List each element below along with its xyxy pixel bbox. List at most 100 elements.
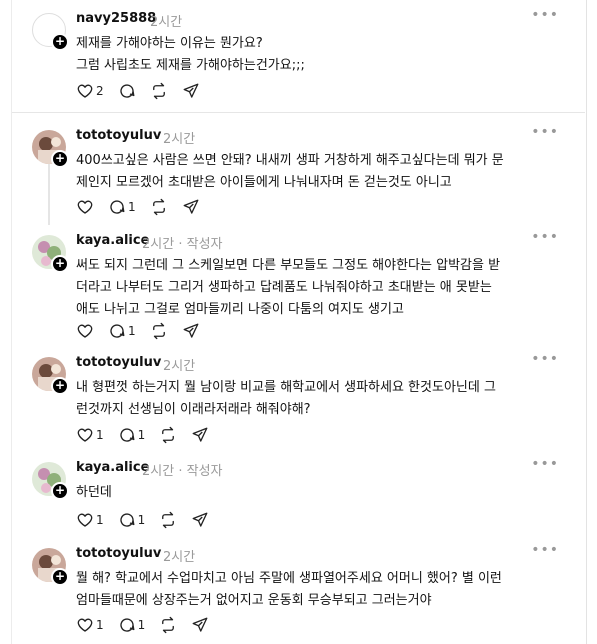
reply-button[interactable]: 1 — [118, 616, 146, 634]
reply-count: 1 — [137, 618, 146, 632]
share-button[interactable] — [191, 511, 209, 529]
share-button[interactable] — [191, 426, 209, 444]
repost-button[interactable] — [150, 82, 168, 100]
share-button[interactable] — [182, 198, 200, 216]
username[interactable]: navy25888 — [76, 11, 156, 26]
post: + kaya.alice 2시간 · 작성자 ••• 써도 되지 그런데 그 스… — [0, 229, 585, 341]
repost-button[interactable] — [150, 198, 168, 216]
share-button[interactable] — [191, 616, 209, 634]
reply-button[interactable]: 1 — [118, 511, 146, 529]
comment-icon — [120, 618, 135, 632]
username[interactable]: tototoyuluv — [76, 355, 161, 370]
like-button[interactable]: 2 — [76, 82, 104, 100]
reply-button[interactable]: 1 — [108, 198, 136, 216]
post-time: 2시간 — [163, 359, 196, 374]
post-text: 써도 되지 그런데 그 스케일보면 다른 부모들도 그정도 해야한다는 압박감을… — [76, 258, 501, 317]
post-text: 제재를 가해야하는 이유는 뭔가요? 그럼 사립초도 제재를 가해야하는건가요;;… — [76, 36, 305, 73]
share-icon — [183, 83, 199, 98]
comment-icon — [110, 324, 125, 338]
plus-icon[interactable]: + — [51, 568, 69, 586]
post-time: 2시간 — [150, 15, 183, 30]
post: + navy25888 2시간 ••• 제재를 가해야하는 이유는 뭔가요? 그럼… — [0, 7, 585, 108]
like-count: 1 — [96, 513, 104, 527]
more-icon[interactable]: ••• — [531, 229, 559, 245]
repost-button[interactable] — [159, 511, 177, 529]
reply-button[interactable]: 1 — [118, 426, 146, 444]
post-time: 2시간 · 작성자 — [142, 464, 223, 479]
post-text: 뭘 해? 학교에서 수업마치고 아님 주말에 생파열어주세요 어머니 했어? 별… — [76, 571, 502, 608]
like-button[interactable] — [76, 322, 94, 340]
repost-button[interactable] — [159, 426, 177, 444]
author-tag: · 작성자 — [178, 464, 223, 479]
plus-icon[interactable]: + — [51, 255, 69, 273]
post-time: 2시간 — [163, 550, 196, 565]
share-button[interactable] — [182, 322, 200, 340]
heart-icon — [77, 513, 93, 527]
like-count: 1 — [96, 428, 104, 442]
action-bar: 1 — [76, 197, 214, 217]
action-bar: 1 1 — [76, 615, 223, 635]
heart-icon — [77, 324, 93, 338]
username[interactable]: kaya.alice — [76, 233, 149, 248]
repost-button[interactable] — [150, 322, 168, 340]
more-icon[interactable]: ••• — [531, 456, 559, 472]
more-icon[interactable]: ••• — [531, 351, 559, 367]
divider — [12, 112, 585, 113]
reply-button[interactable]: 1 — [108, 322, 136, 340]
heart-icon — [77, 200, 93, 214]
like-button[interactable] — [76, 198, 94, 216]
heart-icon — [77, 618, 93, 632]
reply-count: 1 — [128, 200, 136, 214]
author-tag: · 작성자 — [178, 237, 223, 252]
plus-icon[interactable]: + — [51, 482, 69, 500]
share-icon — [192, 617, 208, 632]
repost-icon — [152, 82, 165, 100]
like-count: 2 — [96, 84, 104, 98]
username[interactable]: tototoyuluv — [76, 546, 161, 561]
repost-icon — [162, 616, 175, 634]
reply-count: 1 — [137, 513, 146, 527]
username[interactable]: tototoyuluv — [76, 128, 161, 143]
post: + tototoyuluv 2시간 ••• 400쓰고싶은 사람은 쓰면 안돼?… — [0, 124, 585, 220]
post-time: 2시간 — [163, 132, 196, 147]
share-icon — [183, 323, 199, 338]
repost-icon — [162, 511, 175, 529]
frame-right-border — [586, 0, 587, 644]
plus-icon[interactable]: + — [51, 150, 69, 168]
action-bar: 1 1 — [76, 510, 223, 530]
post-text: 400쓰고싶은 사람은 쓰면 안돼? 내새끼 생파 거창하게 해주고싶다는데 뭐… — [76, 153, 504, 190]
repost-icon — [152, 322, 165, 340]
share-button[interactable] — [182, 82, 200, 100]
plus-icon[interactable]: + — [51, 377, 69, 395]
like-button[interactable]: 1 — [76, 616, 104, 634]
heart-icon — [77, 428, 93, 442]
more-icon[interactable]: ••• — [531, 124, 559, 140]
like-button[interactable]: 1 — [76, 426, 104, 444]
post: + tototoyuluv 2시간 ••• 뭘 해? 학교에서 수업마치고 아님… — [0, 542, 585, 638]
reply-count: 1 — [128, 324, 136, 338]
repost-button[interactable] — [159, 616, 177, 634]
post: + tototoyuluv 2시간 ••• 내 형편껏 하는거지 뭘 남이랑 비… — [0, 351, 585, 447]
share-icon — [192, 427, 208, 442]
action-bar: 2 — [76, 81, 214, 101]
share-icon — [192, 512, 208, 527]
repost-icon — [162, 426, 175, 444]
comment-icon — [110, 200, 125, 214]
action-bar: 1 1 — [76, 425, 223, 445]
post-text: 내 형편껏 하는거지 뭘 남이랑 비교를 해학교에서 생파하세요 한것도아닌데 … — [76, 380, 496, 417]
comment-icon — [120, 428, 135, 442]
like-button[interactable]: 1 — [76, 511, 104, 529]
comment-icon — [120, 84, 135, 98]
comment-icon — [120, 513, 135, 527]
reply-button[interactable] — [118, 82, 136, 100]
more-icon[interactable]: ••• — [531, 542, 559, 558]
reply-count: 1 — [137, 428, 146, 442]
share-icon — [183, 199, 199, 214]
more-icon[interactable]: ••• — [531, 7, 559, 23]
action-bar: 1 — [76, 321, 214, 341]
heart-icon — [77, 84, 93, 98]
plus-icon[interactable]: + — [51, 33, 69, 51]
repost-icon — [152, 198, 165, 216]
like-count: 1 — [96, 618, 104, 632]
username[interactable]: kaya.alice — [76, 460, 149, 475]
